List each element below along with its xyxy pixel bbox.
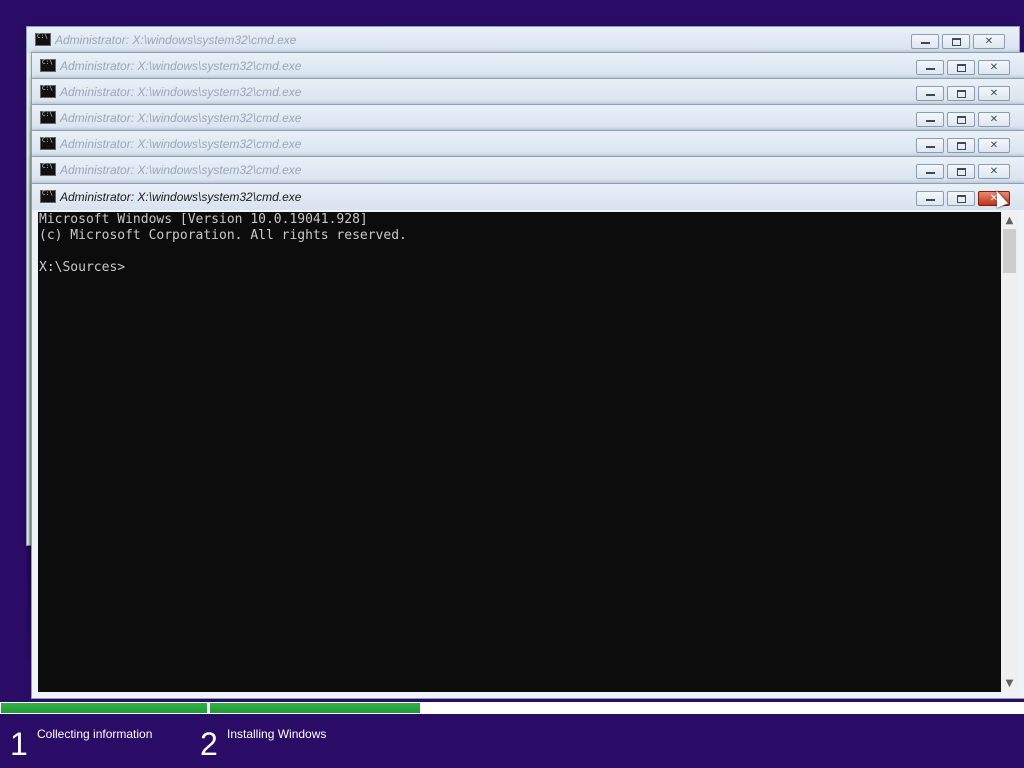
progress-segment-installing <box>210 703 420 713</box>
cmd-console-icon <box>40 190 56 203</box>
maximize-icon[interactable] <box>947 60 975 75</box>
close-icon[interactable] <box>978 164 1010 179</box>
scroll-thumb[interactable] <box>1003 229 1016 273</box>
title-bar[interactable]: Administrator: X:\windows\system32\cmd.e… <box>32 184 1024 210</box>
minimize-icon[interactable] <box>916 138 944 153</box>
title-bar[interactable]: Administrator: X:\windows\system32\cmd.e… <box>27 27 1019 53</box>
close-icon[interactable] <box>973 34 1005 49</box>
title-bar[interactable]: Administrator: X:\windows\system32\cmd.e… <box>32 105 1024 131</box>
maximize-icon[interactable] <box>947 112 975 127</box>
close-icon[interactable] <box>978 112 1010 127</box>
maximize-icon[interactable] <box>947 191 975 206</box>
close-icon[interactable] <box>978 60 1010 75</box>
minimize-icon[interactable] <box>911 34 939 49</box>
title-bar[interactable]: Administrator: X:\windows\system32\cmd.e… <box>32 53 1024 79</box>
minimize-icon[interactable] <box>916 60 944 75</box>
maximize-icon[interactable] <box>947 86 975 101</box>
minimize-icon[interactable] <box>916 164 944 179</box>
window-title: Administrator: X:\windows\system32\cmd.e… <box>60 59 302 73</box>
window-title: Administrator: X:\windows\system32\cmd.e… <box>60 137 302 151</box>
close-icon[interactable] <box>978 86 1010 101</box>
cmd-console-icon <box>40 163 56 176</box>
title-bar[interactable]: Administrator: X:\windows\system32\cmd.e… <box>32 131 1024 157</box>
step-label: Collecting information <box>37 727 153 741</box>
cmd-console-icon <box>40 137 56 150</box>
step-label: Installing Windows <box>227 727 327 741</box>
maximize-icon[interactable] <box>942 34 970 49</box>
step-number: 2 <box>200 726 218 762</box>
step-number: 1 <box>10 726 28 762</box>
close-icon[interactable] <box>978 138 1010 153</box>
cmd-console-icon <box>40 59 56 72</box>
console-area[interactable]: Microsoft Windows [Version 10.0.19041.92… <box>38 212 1018 692</box>
window-title: Administrator: X:\windows\system32\cmd.e… <box>55 33 297 47</box>
cmd-console-icon <box>40 85 56 98</box>
cmd-window-active[interactable]: Administrator: X:\windows\system32\cmd.e… <box>31 183 1024 699</box>
title-bar[interactable]: Administrator: X:\windows\system32\cmd.e… <box>32 79 1024 105</box>
scroll-up-icon[interactable]: ▲ <box>1001 212 1018 229</box>
maximize-icon[interactable] <box>947 164 975 179</box>
maximize-icon[interactable] <box>947 138 975 153</box>
minimize-icon[interactable] <box>916 191 944 206</box>
console-output[interactable]: Microsoft Windows [Version 10.0.19041.92… <box>38 212 1000 692</box>
cmd-console-icon <box>40 111 56 124</box>
minimize-icon[interactable] <box>916 86 944 101</box>
cmd-console-icon <box>35 33 51 46</box>
window-title: Administrator: X:\windows\system32\cmd.e… <box>60 163 302 177</box>
title-bar[interactable]: Administrator: X:\windows\system32\cmd.e… <box>32 157 1024 183</box>
window-title: Administrator: X:\windows\system32\cmd.e… <box>60 85 302 99</box>
vertical-scrollbar[interactable]: ▲ ▼ <box>1001 212 1018 692</box>
scroll-down-icon[interactable]: ▼ <box>1001 675 1018 692</box>
minimize-icon[interactable] <box>916 112 944 127</box>
window-title: Administrator: X:\windows\system32\cmd.e… <box>60 111 302 125</box>
progress-segment-collecting <box>1 703 207 713</box>
window-title: Administrator: X:\windows\system32\cmd.e… <box>60 190 302 204</box>
